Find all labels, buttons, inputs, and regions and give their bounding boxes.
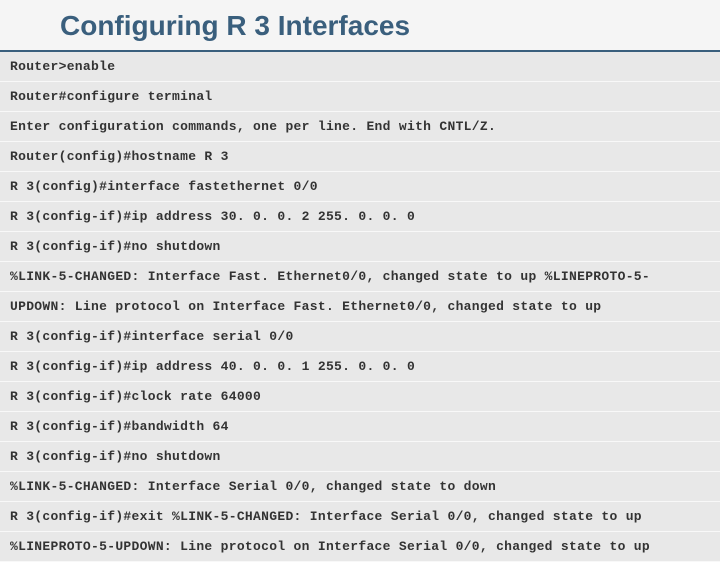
terminal-line: R 3(config)#interface fastethernet 0/0 bbox=[0, 172, 720, 202]
terminal-line: R 3(config-if)#clock rate 64000 bbox=[0, 382, 720, 412]
terminal-line: UPDOWN: Line protocol on Interface Fast.… bbox=[0, 292, 720, 322]
terminal-line: Router>enable bbox=[0, 52, 720, 82]
terminal-line: %LINK-5-CHANGED: Interface Fast. Etherne… bbox=[0, 262, 720, 292]
page-title: Configuring R 3 Interfaces bbox=[0, 0, 720, 52]
terminal-line: R 3(config-if)#no shutdown bbox=[0, 232, 720, 262]
terminal-line: R 3(config-if)#no shutdown bbox=[0, 442, 720, 472]
terminal-line: R 3(config-if)#ip address 30. 0. 0. 2 25… bbox=[0, 202, 720, 232]
terminal-line: Enter configuration commands, one per li… bbox=[0, 112, 720, 142]
terminal-line: %LINK-5-CHANGED: Interface Serial 0/0, c… bbox=[0, 472, 720, 502]
terminal-output: Router>enable Router#configure terminal … bbox=[0, 52, 720, 562]
terminal-line: Router(config)#hostname R 3 bbox=[0, 142, 720, 172]
terminal-line: Router#configure terminal bbox=[0, 82, 720, 112]
terminal-line: R 3(config-if)#interface serial 0/0 bbox=[0, 322, 720, 352]
terminal-line: R 3(config-if)#bandwidth 64 bbox=[0, 412, 720, 442]
terminal-line: R 3(config-if)#ip address 40. 0. 0. 1 25… bbox=[0, 352, 720, 382]
terminal-line: %LINEPROTO-5-UPDOWN: Line protocol on In… bbox=[0, 532, 720, 562]
terminal-line: R 3(config-if)#exit %LINK-5-CHANGED: Int… bbox=[0, 502, 720, 532]
